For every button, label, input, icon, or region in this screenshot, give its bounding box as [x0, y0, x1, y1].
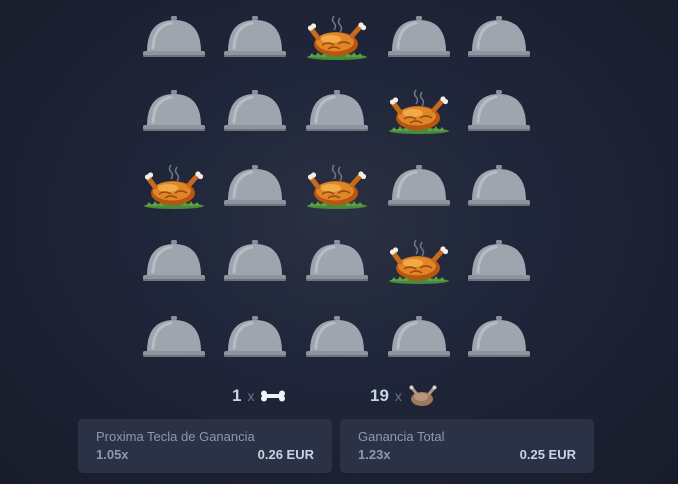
covered-dish-tile[interactable]	[304, 238, 370, 286]
revealed-chicken-tile	[141, 163, 207, 211]
next-win-panel: Proxima Tecla de Ganancia 1.05x 0.26 EUR	[78, 419, 332, 473]
cloche-icon	[143, 16, 205, 57]
cloche-icon	[224, 240, 286, 281]
total-win-label: Ganancia Total	[358, 429, 445, 444]
chicken-times-sign: x	[394, 388, 402, 404]
roast-chicken-icon	[389, 239, 449, 284]
cloche-icon	[468, 90, 530, 131]
covered-dish-tile[interactable]	[141, 88, 207, 136]
cloche-icon	[306, 240, 368, 281]
cloche-icon	[468, 240, 530, 281]
total-win-panel: Ganancia Total 1.23x 0.25 EUR	[340, 419, 594, 473]
covered-dish-tile[interactable]	[141, 314, 207, 362]
covered-dish-tile[interactable]	[466, 88, 532, 136]
covered-dish-tile[interactable]	[386, 163, 452, 211]
game-board	[0, 0, 678, 370]
covered-dish-tile[interactable]	[466, 238, 532, 286]
next-win-label: Proxima Tecla de Ganancia	[96, 429, 255, 444]
roast-chicken-icon	[144, 164, 204, 209]
total-win-multiplier: 1.23x	[358, 447, 391, 462]
cloche-icon	[224, 316, 286, 357]
covered-dish-tile[interactable]	[222, 238, 288, 286]
covered-dish-tile[interactable]	[466, 14, 532, 62]
covered-dish-tile[interactable]	[304, 88, 370, 136]
bone-count: 1	[232, 386, 242, 405]
chicken-counter: 19 x	[370, 383, 438, 409]
revealed-chicken-tile	[386, 238, 452, 286]
cloche-icon	[468, 16, 530, 57]
covered-dish-tile[interactable]	[222, 163, 288, 211]
cloche-icon	[143, 90, 205, 131]
covered-dish-tile[interactable]	[141, 14, 207, 62]
covered-dish-tile[interactable]	[222, 314, 288, 362]
roast-chicken-icon	[307, 15, 367, 60]
covered-dish-tile[interactable]	[222, 88, 288, 136]
stats-bar: 1 x 19 x	[0, 383, 678, 409]
bone-icon	[261, 390, 286, 402]
cloche-icon	[306, 316, 368, 357]
chicken-count: 19	[370, 386, 389, 405]
roast-chicken-icon	[389, 89, 449, 134]
cloche-icon	[468, 165, 530, 206]
roast-chicken-icon	[409, 385, 437, 406]
covered-dish-tile[interactable]	[222, 14, 288, 62]
cloche-icon	[143, 240, 205, 281]
covered-dish-tile[interactable]	[466, 163, 532, 211]
cloche-icon	[306, 90, 368, 131]
bone-counter: 1 x	[232, 383, 286, 409]
next-win-amount: 0.26 EUR	[257, 447, 314, 462]
bone-times-sign: x	[247, 388, 255, 404]
cloche-icon	[143, 316, 205, 357]
cloche-icon	[468, 316, 530, 357]
covered-dish-tile[interactable]	[466, 314, 532, 362]
revealed-chicken-tile	[304, 163, 370, 211]
revealed-chicken-tile	[304, 14, 370, 62]
covered-dish-tile[interactable]	[386, 14, 452, 62]
total-win-amount: 0.25 EUR	[519, 447, 576, 462]
cloche-icon	[388, 165, 450, 206]
cloche-icon	[224, 165, 286, 206]
covered-dish-tile[interactable]	[386, 314, 452, 362]
roast-chicken-icon	[307, 164, 367, 209]
revealed-chicken-tile	[386, 88, 452, 136]
covered-dish-tile[interactable]	[141, 238, 207, 286]
cloche-icon	[388, 316, 450, 357]
next-win-multiplier: 1.05x	[96, 447, 129, 462]
cloche-icon	[224, 16, 286, 57]
covered-dish-tile[interactable]	[304, 314, 370, 362]
cloche-icon	[388, 16, 450, 57]
cloche-icon	[224, 90, 286, 131]
